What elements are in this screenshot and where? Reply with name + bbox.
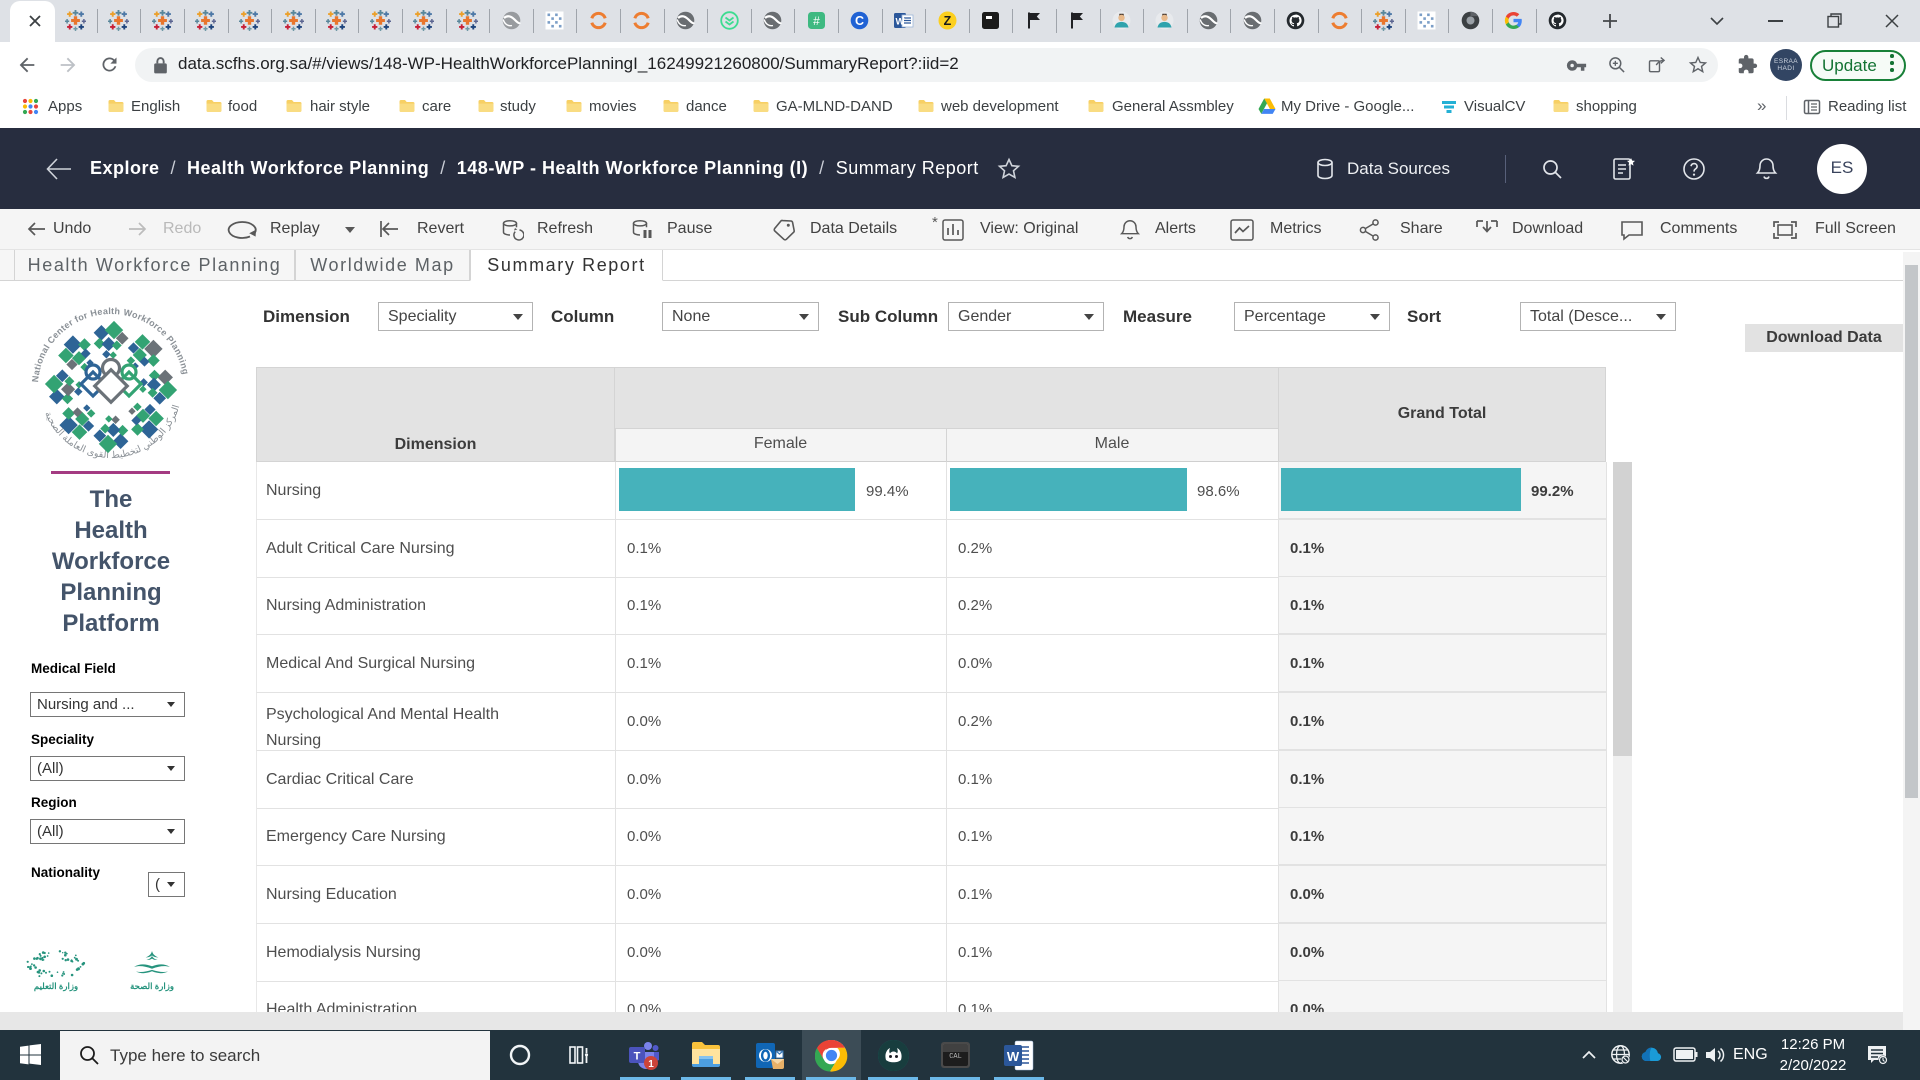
svg-text:T: T (634, 1051, 641, 1063)
svg-text:W: W (896, 17, 905, 28)
svg-text:وزارة الصحة: وزارة الصحة (130, 981, 174, 992)
svg-text:W: W (1007, 1049, 1020, 1064)
svg-text:#: # (813, 14, 820, 28)
svg-text:Z: Z (944, 14, 952, 28)
svg-text:C: C (855, 14, 864, 28)
svg-text:CAL: CAL (949, 1053, 962, 1061)
svg-text:1: 1 (648, 1059, 654, 1070)
svg-text:وزارة التعليم: وزارة التعليم (34, 981, 78, 992)
